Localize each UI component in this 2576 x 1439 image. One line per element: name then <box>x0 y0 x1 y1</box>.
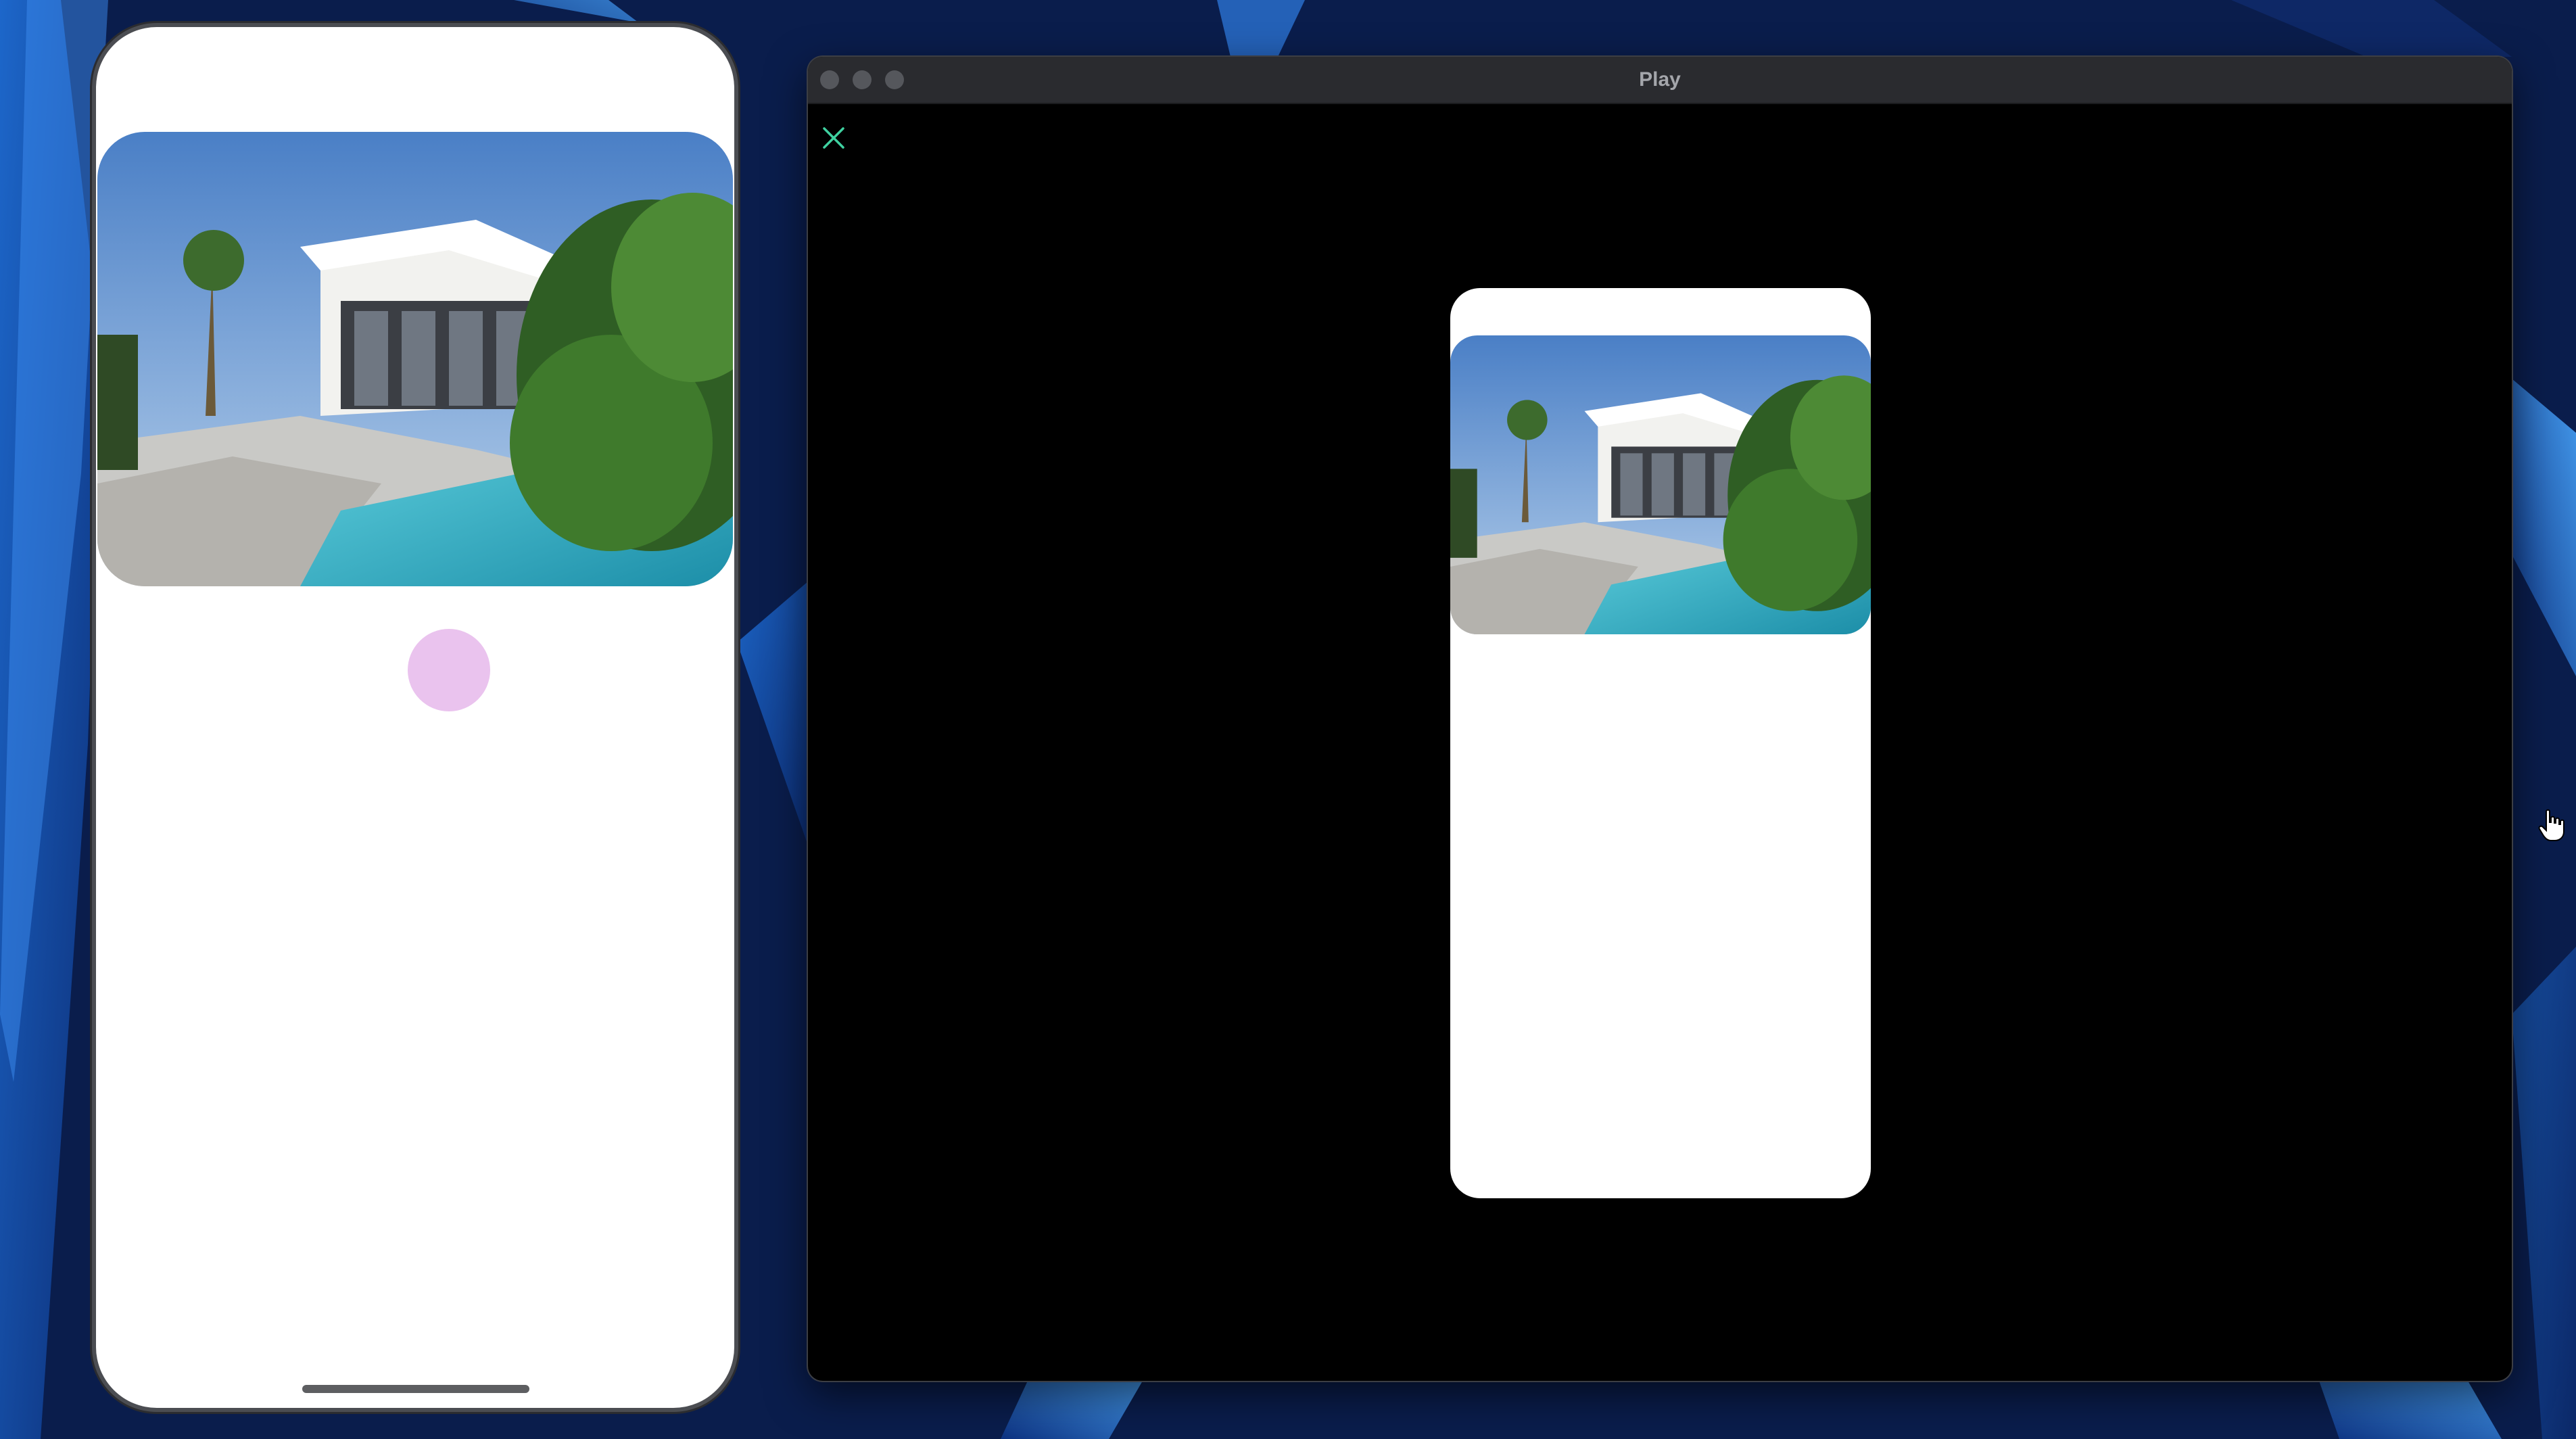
touch-indicator <box>408 629 490 711</box>
phone-simulator <box>96 27 734 1408</box>
preview-phone-screen <box>1450 288 1871 1198</box>
house-with-pool-photo <box>97 132 733 586</box>
house-with-pool-photo <box>1450 335 1871 634</box>
close-icon[interactable] <box>820 124 847 151</box>
home-indicator[interactable] <box>302 1385 529 1393</box>
window-titlebar[interactable]: Play <box>808 57 2512 104</box>
pointing-hand-cursor <box>2538 809 2565 843</box>
play-window: Play <box>808 57 2512 1381</box>
window-title: Play <box>1639 68 1681 91</box>
